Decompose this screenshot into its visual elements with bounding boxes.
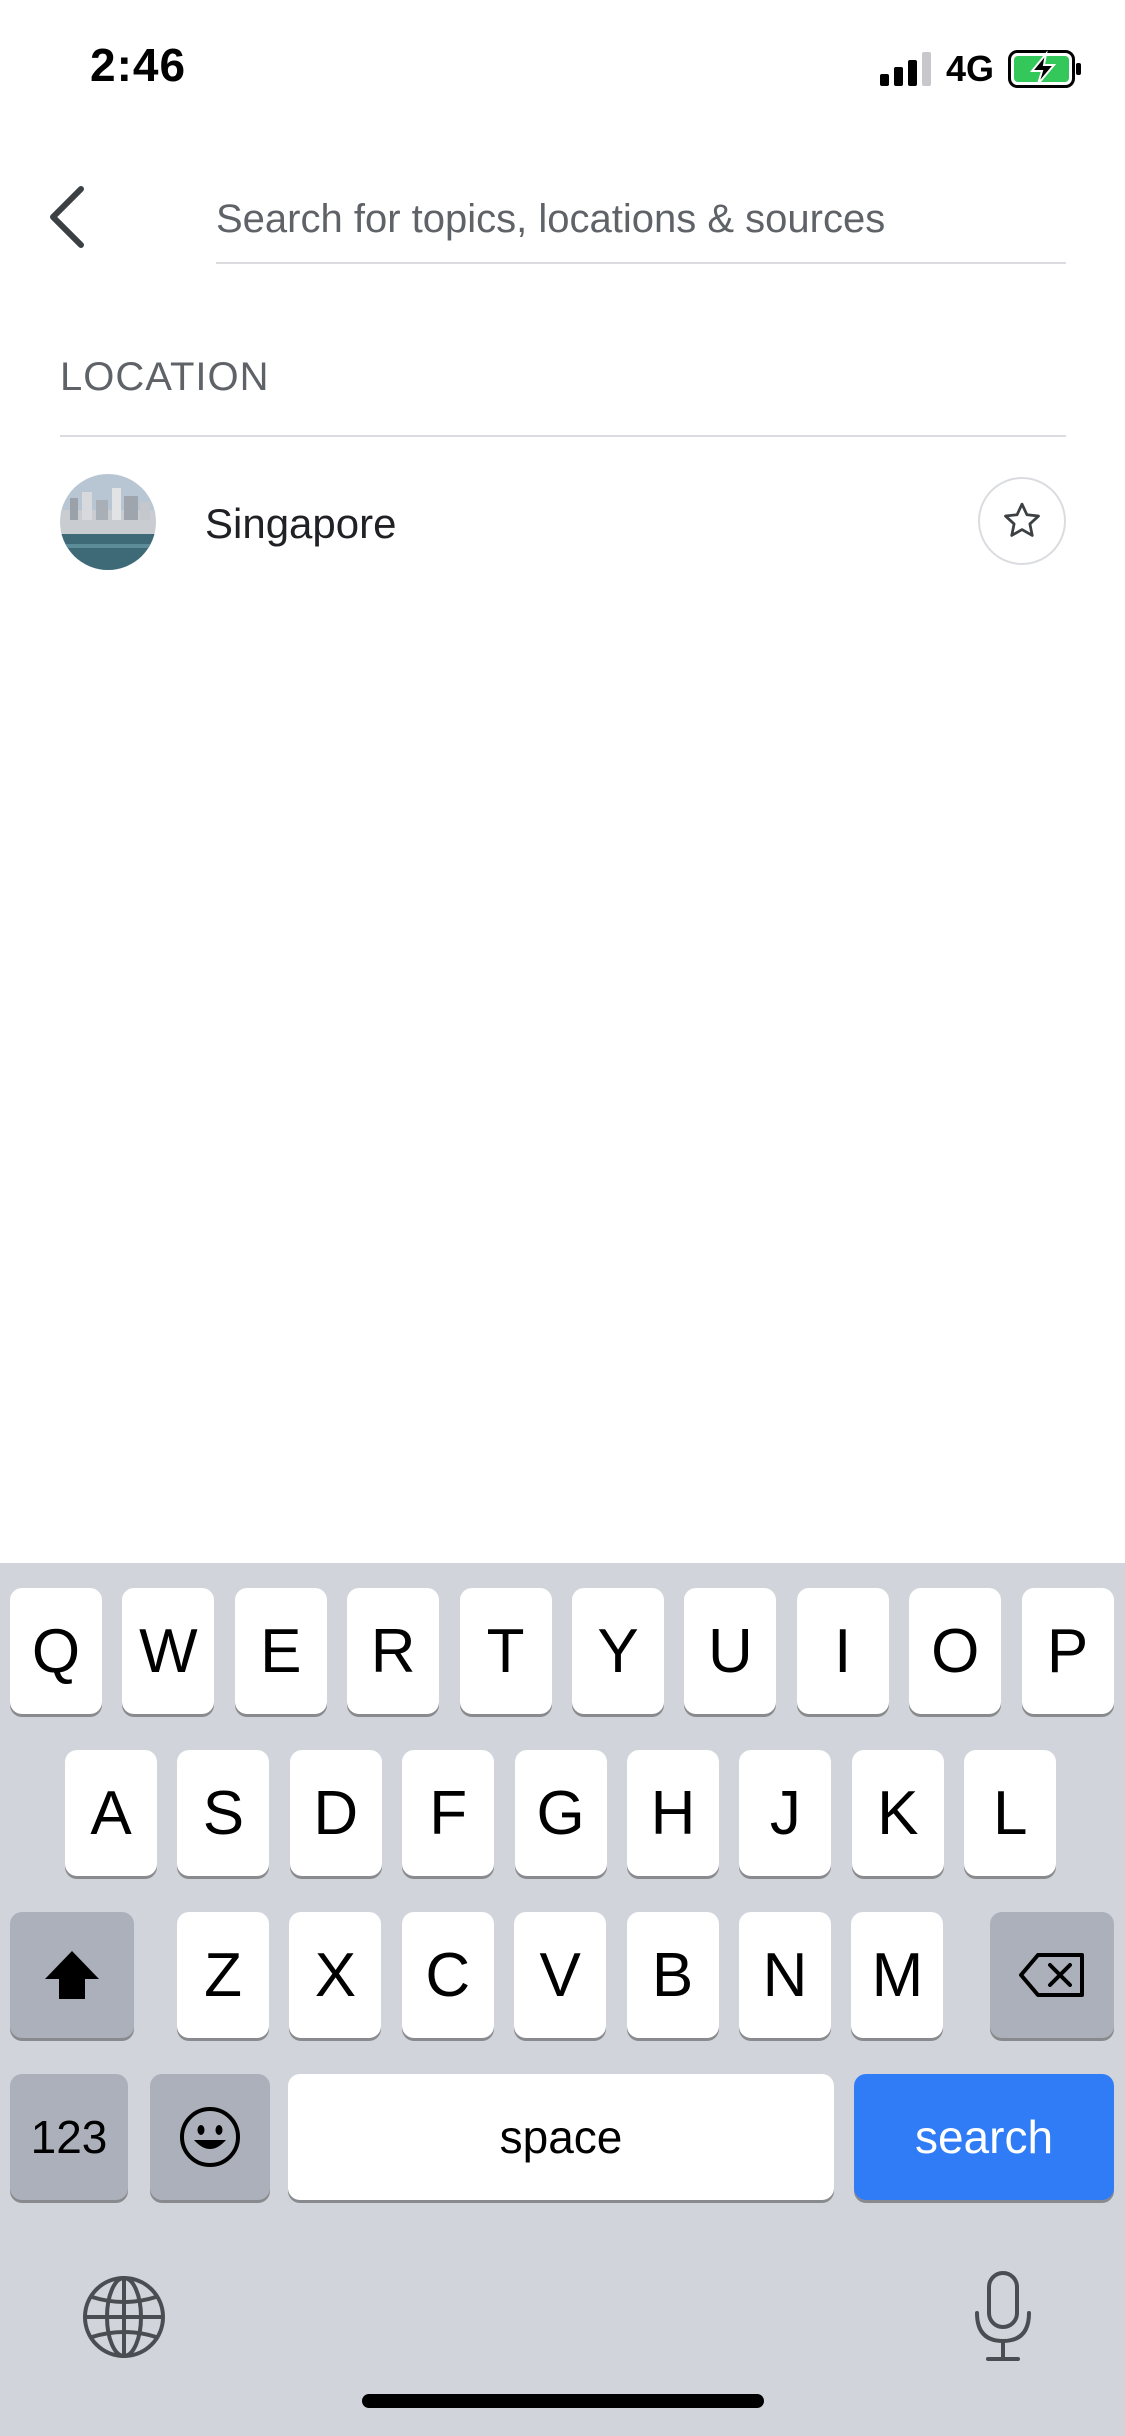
on-screen-keyboard: 123 space search QWERTYUIOP ASDFGHJKL ZXCV… [0,1563,1125,2436]
key-i[interactable]: I [796,1588,889,1714]
follow-star-button[interactable] [978,477,1066,565]
key-f[interactable]: F [402,1750,495,1876]
key-g[interactable]: G [514,1750,607,1876]
key-u[interactable]: U [684,1588,777,1714]
status-time: 2:46 [90,39,187,91]
signal-strength-icon [880,52,931,86]
location-thumbnail [60,474,156,570]
section-divider [60,435,1066,437]
globe-icon [83,2276,165,2358]
chevron-left-icon [50,186,84,248]
network-type: 4G [946,48,995,89]
key-l[interactable]: L [964,1750,1057,1876]
emoji-key[interactable] [150,2074,270,2200]
key-e[interactable]: E [234,1588,327,1714]
key-s[interactable]: S [177,1750,270,1876]
search-key[interactable]: search [854,2074,1114,2200]
star-outline-icon [1004,502,1040,537]
key-y[interactable]: Y [572,1588,664,1714]
key-c[interactable]: C [401,1912,494,2038]
dictation-key[interactable] [970,2269,1036,2365]
key-w[interactable]: W [122,1588,215,1714]
numbers-key[interactable]: 123 [10,2074,128,2200]
key-j[interactable]: J [739,1750,832,1876]
key-v[interactable]: V [514,1912,607,2038]
location-result-row[interactable]: Singapore [0,460,1125,584]
key-z[interactable]: Z [177,1912,269,2038]
status-bar: 2:46 4G [0,0,1125,140]
delete-key[interactable] [990,1912,1114,2038]
key-o[interactable]: O [909,1588,1002,1714]
shift-icon [45,1951,99,1999]
key-h[interactable]: H [627,1750,719,1876]
key-k[interactable]: K [851,1750,944,1876]
key-t[interactable]: T [459,1588,552,1714]
key-d[interactable]: D [289,1750,382,1876]
key-q[interactable]: Q [10,1588,102,1714]
battery-charging-icon [1008,50,1081,88]
home-indicator [362,2394,764,2408]
key-n[interactable]: N [739,1912,831,2038]
space-key[interactable]: space [288,2074,834,2200]
key-m[interactable]: M [851,1912,944,2038]
section-heading-location: LOCATION [60,355,270,399]
globe-key[interactable] [80,2273,168,2361]
key-b[interactable]: B [626,1912,719,2038]
key-p[interactable]: P [1021,1588,1114,1714]
shift-key[interactable] [10,1912,134,2038]
search-input[interactable] [216,176,1066,264]
key-a[interactable]: A [65,1750,157,1876]
key-r[interactable]: R [347,1588,440,1714]
location-name: Singapore [205,500,397,547]
key-x[interactable]: X [289,1912,382,2038]
microphone-icon [975,2271,1031,2361]
backspace-icon [1019,1953,1084,1997]
emoji-icon [180,2107,240,2167]
back-button[interactable] [40,180,94,254]
